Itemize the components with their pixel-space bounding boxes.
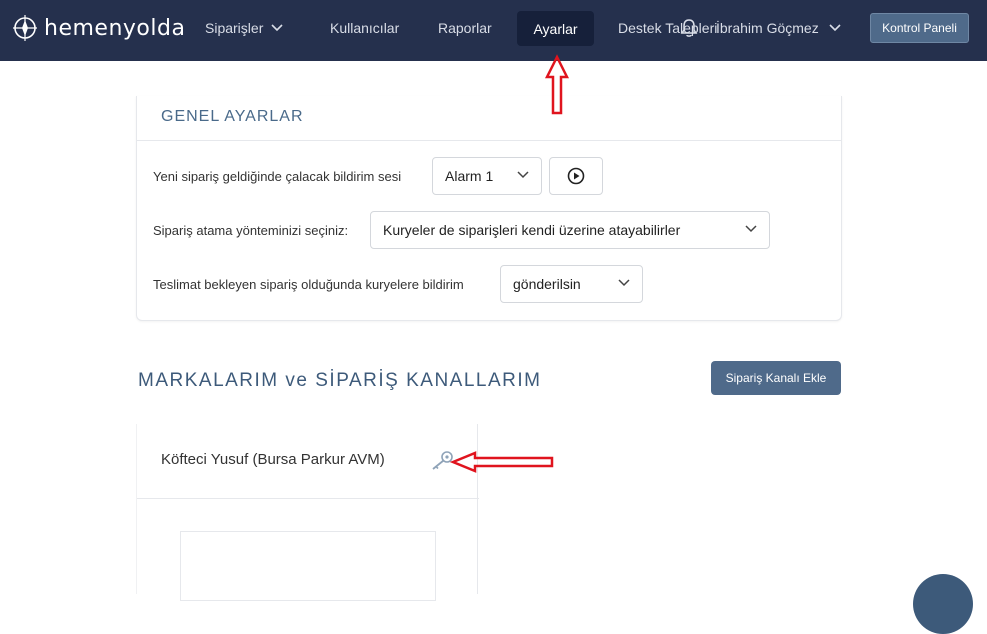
general-settings-card: GENEL AYARLAR Yeni sipariş geldiğinde ça… [136, 96, 842, 321]
top-navbar: hemenyolda Siparişler Kullanıcılar Rapor… [0, 0, 987, 61]
assign-label: Sipariş atama yönteminizi seçiniz: [153, 223, 349, 238]
chevron-down-icon [829, 24, 841, 32]
chevron-down-icon [271, 24, 283, 32]
nav-raporlar-label: Raporlar [438, 20, 492, 36]
notify-label: Teslimat bekleyen sipariş olduğunda kury… [153, 277, 464, 292]
nav-ayarlar-label: Ayarlar [533, 20, 578, 37]
user-name: İbrahim Göçmez [716, 20, 819, 36]
brand-channel-box [180, 531, 436, 601]
key-icon [432, 451, 453, 470]
chevron-down-icon [745, 225, 757, 233]
assign-method-select[interactable]: Kuryeler de siparişleri kendi üzerine at… [370, 211, 770, 249]
general-settings-title: GENEL AYARLAR [161, 108, 304, 125]
nav-kullanicilar[interactable]: Kullanıcılar [330, 20, 399, 36]
nav-destek-talepleri[interactable]: Destek Talepleri [618, 20, 717, 36]
logo-text: hemenyolda [44, 15, 186, 41]
assign-select-value: Kuryeler de siparişleri kendi üzerine at… [383, 222, 681, 238]
nav-siparisler-label: Siparişler [205, 20, 264, 36]
help-chat-button[interactable] [913, 574, 973, 634]
play-sound-button[interactable] [549, 157, 603, 195]
nav-raporlar[interactable]: Raporlar [438, 20, 492, 36]
logo[interactable]: hemenyolda [12, 14, 185, 42]
notify-select-value: gönderilsin [513, 276, 581, 292]
play-circle-icon [567, 167, 585, 185]
sound-label: Yeni sipariş geldiğinde çalacak bildirim… [153, 169, 402, 184]
chevron-down-icon [618, 279, 630, 287]
compass-logo-icon [13, 15, 37, 41]
user-menu[interactable]: İbrahim Göçmez [716, 20, 841, 36]
brand-card: Köfteci Yusuf (Bursa Parkur AVM) [136, 424, 479, 601]
sound-select-value: Alarm 1 [445, 168, 494, 184]
brands-section-title: MARKALARIM ve SİPARİŞ KANALLARIM [138, 370, 542, 391]
nav-kullanicilar-label: Kullanıcılar [330, 20, 400, 36]
divider [137, 498, 479, 499]
notify-select[interactable]: gönderilsin [500, 265, 643, 303]
nav-destek-label: Destek Talepleri [618, 20, 718, 36]
nav-ayarlar[interactable]: Ayarlar [517, 11, 594, 46]
add-order-channel-button[interactable]: Sipariş Kanalı Ekle [711, 361, 841, 395]
control-panel-button[interactable]: Kontrol Paneli [870, 13, 969, 43]
sound-select[interactable]: Alarm 1 [432, 157, 542, 195]
bell-icon [680, 19, 698, 37]
divider [137, 140, 841, 141]
nav-siparisler[interactable]: Siparişler [205, 20, 283, 36]
brand-key-button[interactable] [430, 450, 454, 475]
chevron-down-icon [517, 171, 529, 179]
brand-name: Köfteci Yusuf (Bursa Parkur AVM) [161, 451, 385, 468]
notifications-button[interactable] [680, 18, 698, 43]
